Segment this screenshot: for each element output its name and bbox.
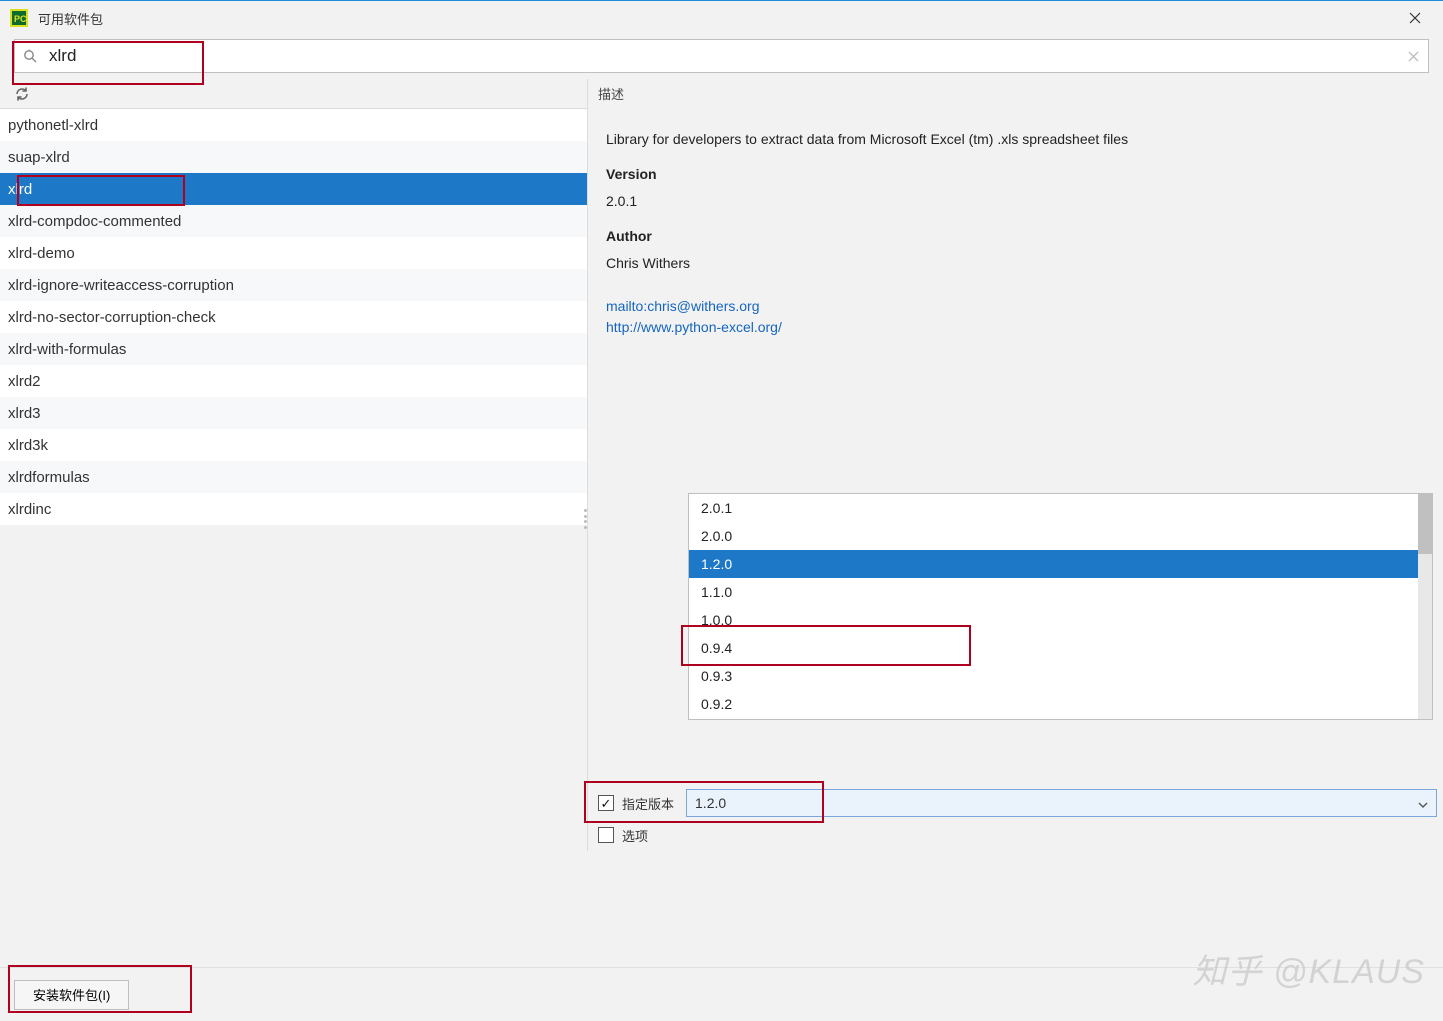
window-title: 可用软件包 <box>38 9 103 28</box>
package-item[interactable]: xlrd2 <box>0 365 587 397</box>
detail-options: 指定版本 1.2.0 选项 <box>588 787 1443 851</box>
package-item[interactable]: xlrd-compdoc-commented <box>0 205 587 237</box>
package-author: Chris Withers <box>606 253 1425 274</box>
dialog-window: PC 可用软件包 <box>0 0 1443 1021</box>
homepage-link[interactable]: http://www.python-excel.org/ <box>606 317 1425 338</box>
main-area: pythonetl-xlrdsuap-xlrdxlrdxlrd-compdoc-… <box>0 79 1443 851</box>
specify-version-checkbox[interactable] <box>598 795 614 811</box>
version-item[interactable]: 2.0.1 <box>689 494 1432 522</box>
version-dropdown-list[interactable]: 2.0.12.0.01.2.01.1.01.0.00.9.40.9.30.9.2 <box>688 493 1433 720</box>
detail-body: Library for developers to extract data f… <box>588 109 1443 787</box>
refresh-icon <box>14 86 30 102</box>
package-item[interactable]: xlrdformulas <box>0 461 587 493</box>
description-header: 描述 <box>588 79 1443 109</box>
package-item[interactable]: xlrd-demo <box>0 237 587 269</box>
version-item[interactable]: 1.2.0 <box>689 550 1432 578</box>
package-item[interactable]: xlrd-with-formulas <box>0 333 587 365</box>
author-label: Author <box>606 226 1425 247</box>
package-list[interactable]: pythonetl-xlrdsuap-xlrdxlrdxlrd-compdoc-… <box>0 109 587 851</box>
version-item[interactable]: 0.9.3 <box>689 662 1432 690</box>
package-version: 2.0.1 <box>606 191 1425 212</box>
package-item[interactable]: xlrd <box>0 173 587 205</box>
footer: 安装软件包(I) <box>0 967 1443 1021</box>
close-button[interactable] <box>1393 1 1437 35</box>
refresh-button[interactable] <box>10 82 34 106</box>
version-item[interactable]: 1.1.0 <box>689 578 1432 606</box>
mail-link[interactable]: mailto:chris@withers.org <box>606 296 1425 317</box>
version-select[interactable]: 1.2.0 <box>686 789 1437 817</box>
scrollbar-thumb[interactable] <box>1418 494 1432 554</box>
app-icon: PC <box>10 9 28 27</box>
detail-panel: 描述 Library for developers to extract dat… <box>588 79 1443 851</box>
close-icon <box>1408 51 1419 62</box>
toolbar <box>0 79 587 109</box>
version-select-value: 1.2.0 <box>695 795 726 811</box>
search-icon <box>15 49 45 63</box>
package-list-panel: pythonetl-xlrdsuap-xlrdxlrdxlrd-compdoc-… <box>0 79 588 851</box>
links: mailto:chris@withers.org http://www.pyth… <box>606 296 1425 338</box>
specify-version-label: 指定版本 <box>622 794 674 813</box>
install-button[interactable]: 安装软件包(I) <box>14 980 129 1010</box>
search-input[interactable] <box>45 44 1398 68</box>
svg-text:PC: PC <box>14 14 27 24</box>
close-icon <box>1409 12 1421 24</box>
package-item[interactable]: pythonetl-xlrd <box>0 109 587 141</box>
options-label: 选项 <box>622 826 648 845</box>
package-item[interactable]: xlrd-ignore-writeaccess-corruption <box>0 269 587 301</box>
package-item[interactable]: xlrd-no-sector-corruption-check <box>0 301 587 333</box>
version-label: Version <box>606 164 1425 185</box>
clear-search-button[interactable] <box>1398 51 1428 62</box>
search-wrap <box>14 39 1429 73</box>
version-item[interactable]: 0.9.4 <box>689 634 1432 662</box>
package-summary: Library for developers to extract data f… <box>606 129 1425 150</box>
chevron-down-icon <box>1418 795 1428 811</box>
package-item[interactable]: xlrdinc <box>0 493 587 525</box>
options-checkbox[interactable] <box>598 827 614 843</box>
search-row <box>0 35 1443 79</box>
package-item[interactable]: suap-xlrd <box>0 141 587 173</box>
package-item[interactable]: xlrd3 <box>0 397 587 429</box>
version-item[interactable]: 0.9.2 <box>689 690 1432 718</box>
specify-version-row: 指定版本 1.2.0 <box>592 787 1443 819</box>
version-item[interactable]: 1.0.0 <box>689 606 1432 634</box>
version-item[interactable]: 2.0.0 <box>689 522 1432 550</box>
package-item[interactable]: xlrd3k <box>0 429 587 461</box>
options-row: 选项 <box>592 819 1443 851</box>
title-bar: PC 可用软件包 <box>0 1 1443 35</box>
